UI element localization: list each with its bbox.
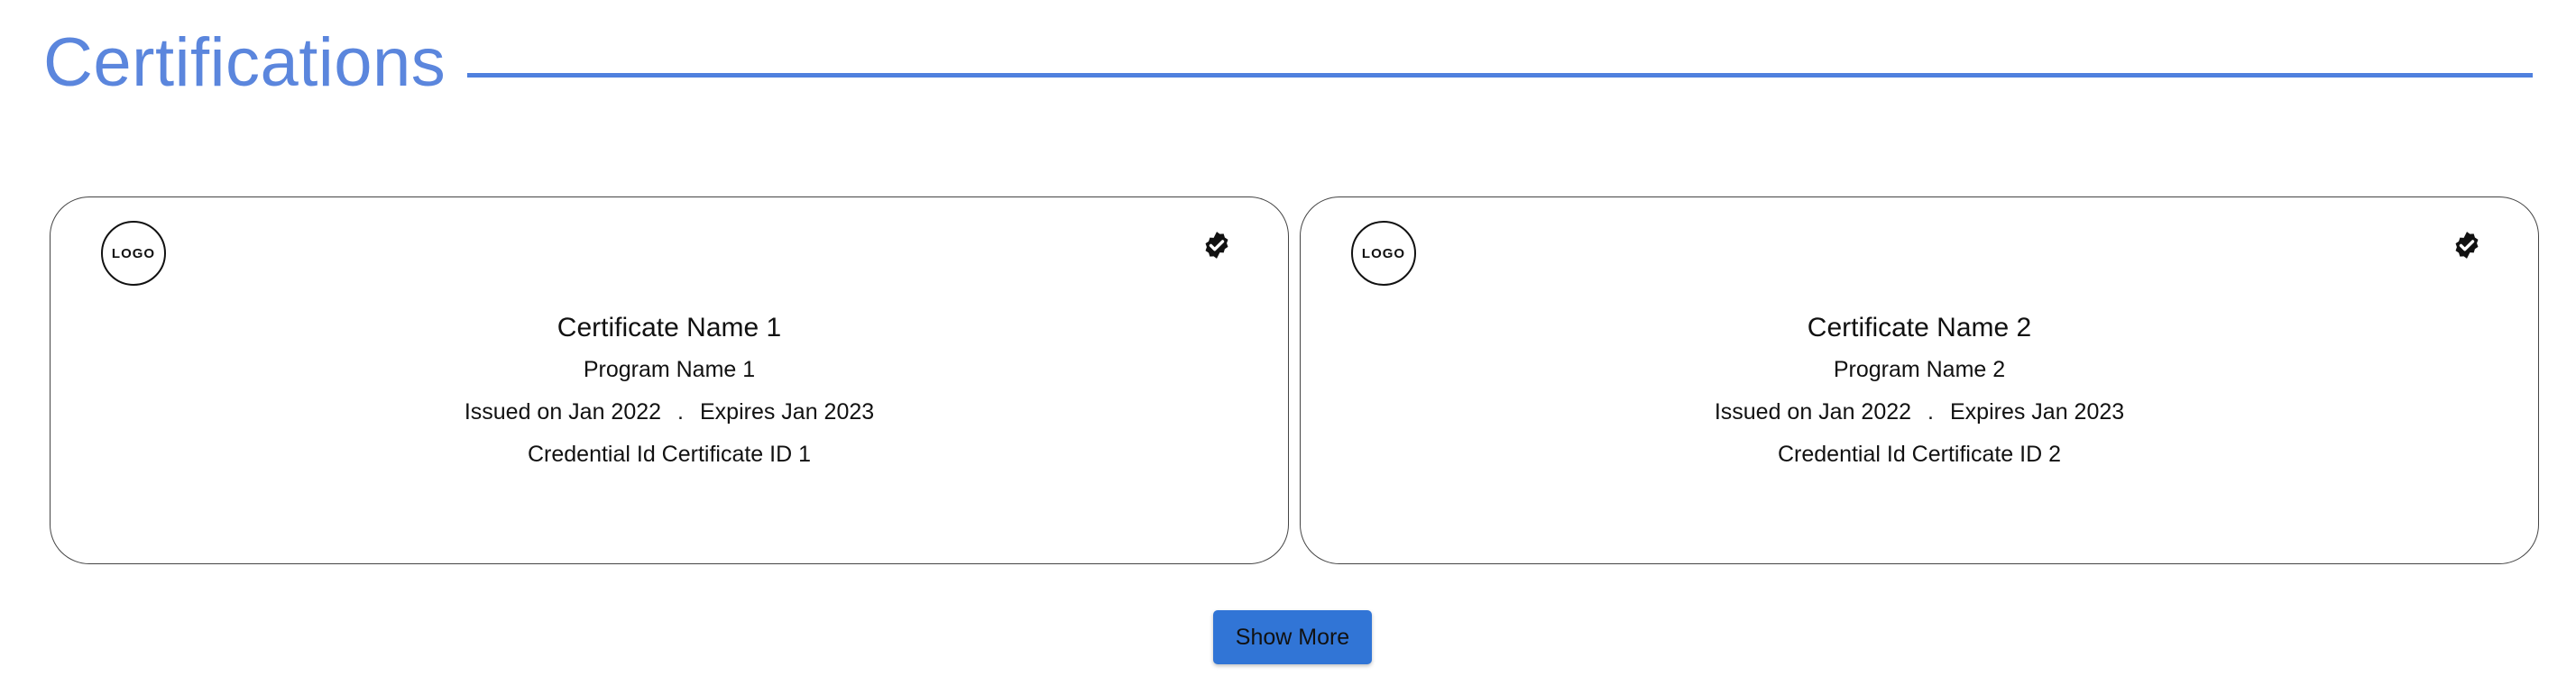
expiry-date: Expires Jan 2023 xyxy=(1950,399,2125,425)
certification-card[interactable]: LOGO Certificate Name 2 Program Name 2 I… xyxy=(1300,196,2539,564)
issued-date: Issued on Jan 2022 xyxy=(1714,399,1912,425)
certificate-details: Certificate Name 1 Program Name 1 Issued… xyxy=(51,310,1288,482)
section-title: Certifications xyxy=(43,24,446,101)
date-separator: . xyxy=(1927,399,1934,425)
certificate-name: Certificate Name 2 xyxy=(1807,313,2032,343)
issued-date: Issued on Jan 2022 xyxy=(464,399,662,425)
section-header: Certifications xyxy=(43,18,2533,108)
certificate-logo: LOGO xyxy=(1351,221,1416,286)
certifications-page: Certifications LOGO Certificate Name 1 P… xyxy=(0,0,2576,676)
certification-cards: LOGO Certificate Name 1 Program Name 1 I… xyxy=(50,196,2539,566)
certificate-details: Certificate Name 2 Program Name 2 Issued… xyxy=(1301,310,2538,482)
verified-badge-icon xyxy=(2455,232,2479,259)
show-more-button[interactable]: Show More xyxy=(1213,610,1372,664)
program-name: Program Name 1 xyxy=(583,357,756,382)
expiry-date: Expires Jan 2023 xyxy=(700,399,875,425)
credential-id: Credential Id Certificate ID 1 xyxy=(527,442,812,467)
certificate-dates: Issued on Jan 2022. Expires Jan 2023 xyxy=(1301,397,2538,426)
program-name: Program Name 2 xyxy=(1833,357,2006,382)
verified-badge-icon xyxy=(1205,232,1228,259)
certificate-logo: LOGO xyxy=(101,221,166,286)
certificate-dates: Issued on Jan 2022. Expires Jan 2023 xyxy=(51,397,1288,426)
certification-card[interactable]: LOGO Certificate Name 1 Program Name 1 I… xyxy=(50,196,1289,564)
certificate-name: Certificate Name 1 xyxy=(557,313,782,343)
title-divider xyxy=(467,72,2533,78)
date-separator: . xyxy=(677,399,684,425)
credential-id: Credential Id Certificate ID 2 xyxy=(1777,442,2062,467)
